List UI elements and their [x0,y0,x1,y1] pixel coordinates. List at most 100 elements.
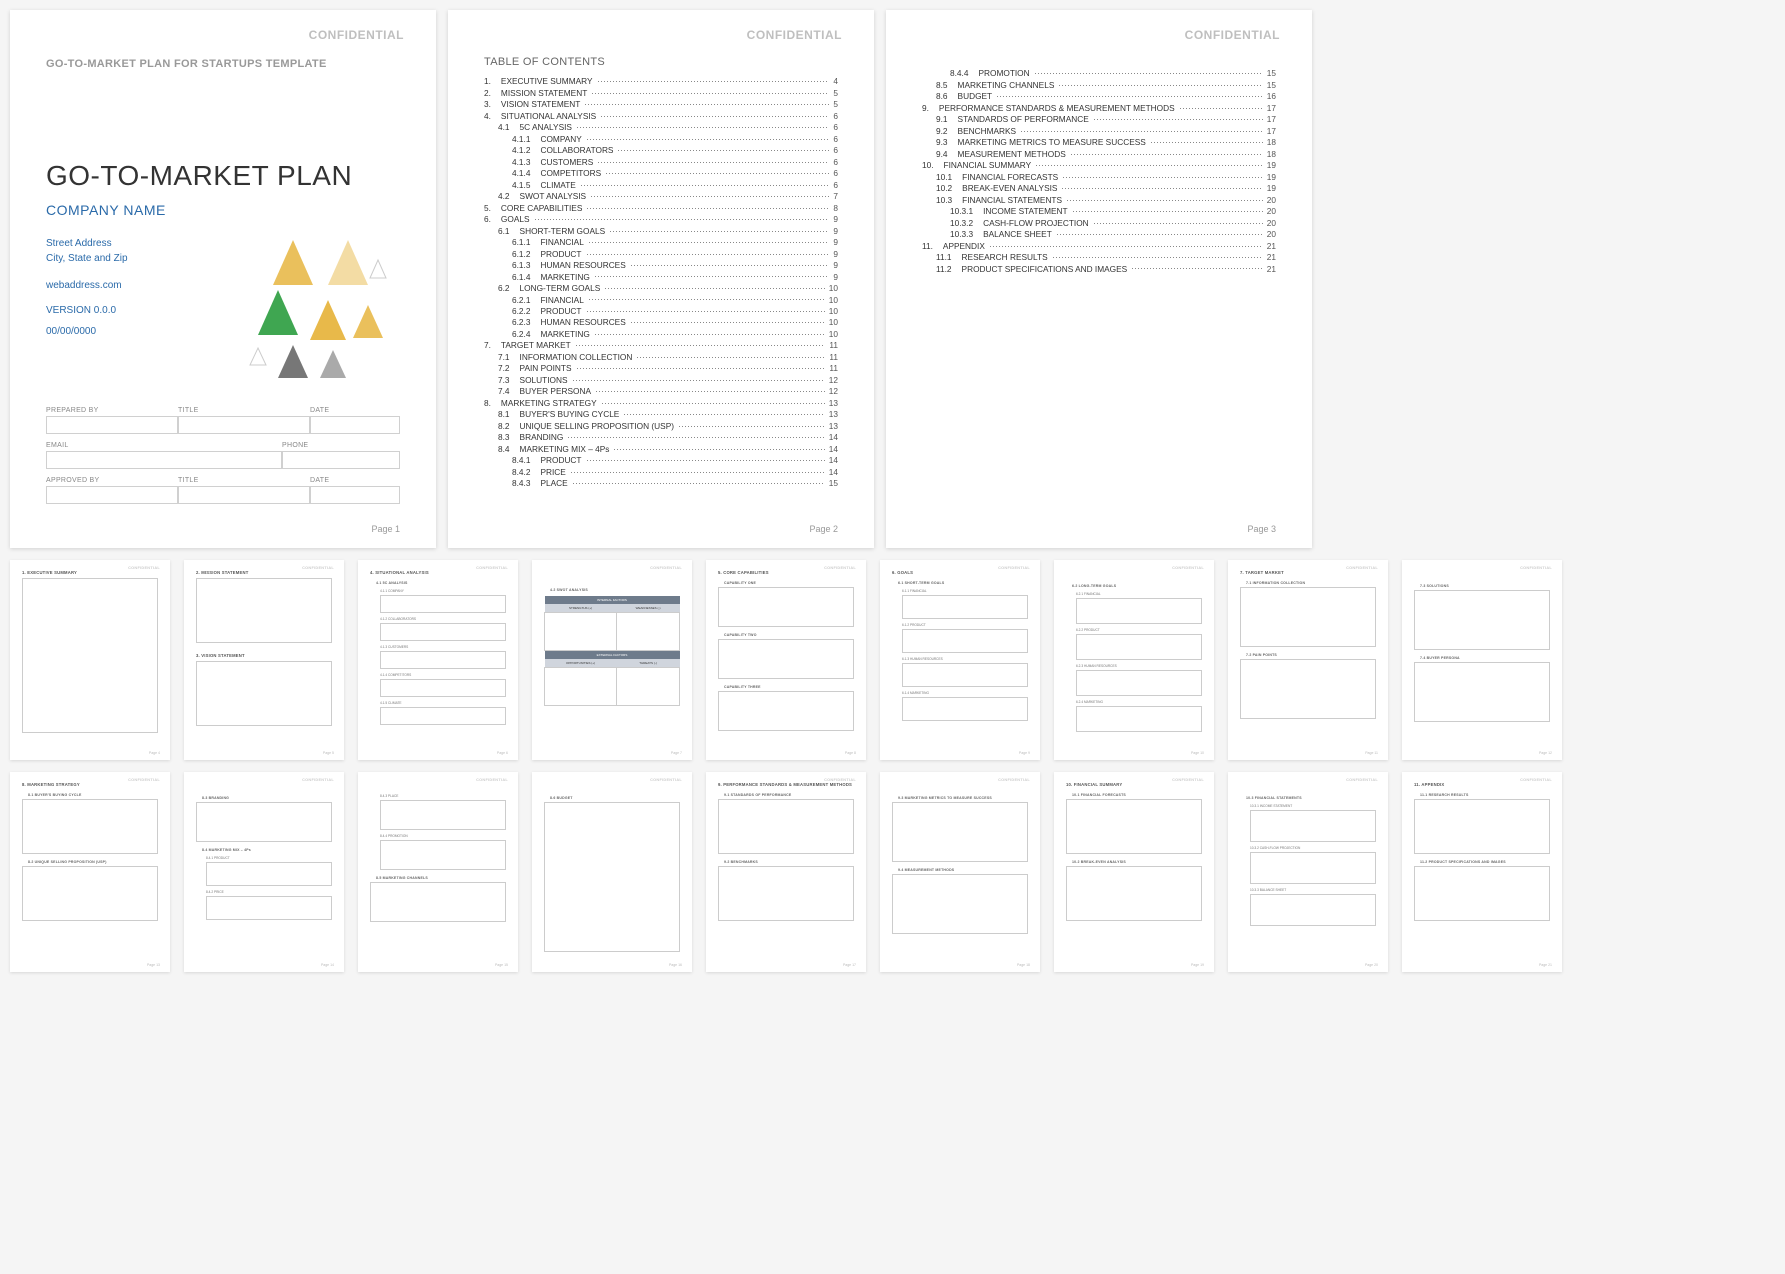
toc-entry[interactable]: 9.1STANDARDS OF PERFORMANCE17 [922,114,1276,124]
content-box[interactable] [718,691,854,731]
toc-entry[interactable]: 8.1BUYER'S BUYING CYCLE13 [484,409,838,419]
toc-entry[interactable]: 4.2SWOT ANALYSIS7 [484,191,838,201]
input-phone[interactable] [282,451,400,469]
toc-entry[interactable]: 5.CORE CAPABILITIES8 [484,202,838,212]
content-box[interactable] [718,866,854,921]
swot-cell[interactable] [545,613,617,651]
content-box[interactable] [718,587,854,627]
content-box[interactable] [1076,598,1202,624]
content-box[interactable] [892,874,1028,934]
content-box[interactable] [902,663,1028,687]
toc-entry[interactable]: 8.4.2PRICE14 [484,466,838,476]
input-date-2[interactable] [310,486,400,504]
content-box[interactable] [380,651,506,669]
content-box[interactable] [196,578,332,643]
toc-entry[interactable]: 6.1.4MARKETING9 [484,271,838,281]
input-prepared-by[interactable] [46,416,178,434]
toc-entry[interactable]: 9.4MEASUREMENT METHODS18 [922,148,1276,158]
toc-entry[interactable]: 9.2BENCHMARKS17 [922,125,1276,135]
toc-entry[interactable]: 4.15C ANALYSIS6 [484,122,838,132]
toc-entry[interactable]: 4.SITUATIONAL ANALYSIS6 [484,110,838,120]
content-box[interactable] [902,697,1028,721]
content-box[interactable] [544,802,680,952]
toc-entry[interactable]: 3.VISION STATEMENT5 [484,99,838,109]
toc-entry[interactable]: 7.TARGET MARKET11 [484,340,838,350]
content-box[interactable] [206,862,332,886]
toc-entry[interactable]: 8.4.1PRODUCT14 [484,455,838,465]
toc-entry[interactable]: 10.2BREAK-EVEN ANALYSIS19 [922,183,1276,193]
content-box[interactable] [1076,634,1202,660]
content-box[interactable] [380,679,506,697]
content-box[interactable] [1240,587,1376,647]
toc-entry[interactable]: 6.2.3HUMAN RESOURCES10 [484,317,838,327]
content-box[interactable] [892,802,1028,862]
content-box[interactable] [1414,799,1550,854]
content-box[interactable] [1414,662,1550,722]
content-box[interactable] [22,578,158,733]
input-email[interactable] [46,451,282,469]
toc-entry[interactable]: 10.1FINANCIAL FORECASTS19 [922,171,1276,181]
toc-entry[interactable]: 8.4MARKETING MIX – 4Ps14 [484,444,838,454]
toc-entry[interactable]: 8.MARKETING STRATEGY13 [484,398,838,408]
toc-entry[interactable]: 2.MISSION STATEMENT5 [484,87,838,97]
toc-entry[interactable]: 6.1SHORT-TERM GOALS9 [484,225,838,235]
toc-entry[interactable]: 8.3BRANDING14 [484,432,838,442]
toc-entry[interactable]: 4.1.4COMPETITORS6 [484,168,838,178]
toc-entry[interactable]: 8.4.3PLACE15 [484,478,838,488]
content-box[interactable] [370,882,506,922]
swot-cell[interactable] [617,668,680,706]
toc-entry[interactable]: 9.3MARKETING METRICS TO MEASURE SUCCESS1… [922,137,1276,147]
toc-entry[interactable]: 4.1.1COMPANY6 [484,133,838,143]
input-title-2[interactable] [178,486,310,504]
toc-entry[interactable]: 11.1RESEARCH RESULTS21 [922,252,1276,262]
toc-entry[interactable]: 7.2PAIN POINTS11 [484,363,838,373]
toc-entry[interactable]: 8.6BUDGET16 [922,91,1276,101]
toc-entry[interactable]: 6.2.1FINANCIAL10 [484,294,838,304]
content-box[interactable] [902,629,1028,653]
content-box[interactable] [380,623,506,641]
content-box[interactable] [1250,894,1376,926]
toc-entry[interactable]: 8.2UNIQUE SELLING PROPOSITION (USP)13 [484,421,838,431]
content-box[interactable] [902,595,1028,619]
toc-entry[interactable]: 6.1.1FINANCIAL9 [484,237,838,247]
toc-entry[interactable]: 4.1.5CLIMATE6 [484,179,838,189]
toc-entry[interactable]: 10.3.2CASH-FLOW PROJECTION20 [922,217,1276,227]
toc-entry[interactable]: 6.1.2PRODUCT9 [484,248,838,258]
toc-entry[interactable]: 10.3.1INCOME STATEMENT20 [922,206,1276,216]
toc-entry[interactable]: 7.1INFORMATION COLLECTION11 [484,352,838,362]
input-approved-by[interactable] [46,486,178,504]
content-box[interactable] [1240,659,1376,719]
toc-entry[interactable]: 1.EXECUTIVE SUMMARY4 [484,76,838,86]
toc-entry[interactable]: 4.1.3CUSTOMERS6 [484,156,838,166]
toc-entry[interactable]: 6.GOALS9 [484,214,838,224]
toc-entry[interactable]: 7.4BUYER PERSONA12 [484,386,838,396]
swot-cell[interactable] [545,668,617,706]
content-box[interactable] [718,639,854,679]
toc-entry[interactable]: 8.4.4PROMOTION15 [922,68,1276,78]
toc-entry[interactable]: 11.2PRODUCT SPECIFICATIONS AND IMAGES21 [922,263,1276,273]
content-box[interactable] [1250,852,1376,884]
content-box[interactable] [1066,866,1202,921]
content-box[interactable] [196,661,332,726]
content-box[interactable] [1414,590,1550,650]
toc-entry[interactable]: 6.2.4MARKETING10 [484,329,838,339]
content-box[interactable] [1076,706,1202,732]
content-box[interactable] [196,802,332,842]
toc-entry[interactable]: 11.APPENDIX21 [922,240,1276,250]
content-box[interactable] [380,840,506,870]
content-box[interactable] [1066,799,1202,854]
content-box[interactable] [1414,866,1550,921]
toc-entry[interactable]: 9.PERFORMANCE STANDARDS & MEASUREMENT ME… [922,102,1276,112]
content-box[interactable] [1076,670,1202,696]
toc-entry[interactable]: 10.3FINANCIAL STATEMENTS20 [922,194,1276,204]
content-box[interactable] [22,799,158,854]
toc-entry[interactable]: 6.2.2PRODUCT10 [484,306,838,316]
swot-cell[interactable] [617,613,680,651]
toc-entry[interactable]: 10.3.3BALANCE SHEET20 [922,229,1276,239]
input-date[interactable] [310,416,400,434]
toc-entry[interactable]: 6.2LONG-TERM GOALS10 [484,283,838,293]
toc-entry[interactable]: 7.3SOLUTIONS12 [484,375,838,385]
content-box[interactable] [718,799,854,854]
content-box[interactable] [206,896,332,920]
toc-entry[interactable]: 8.5MARKETING CHANNELS15 [922,79,1276,89]
